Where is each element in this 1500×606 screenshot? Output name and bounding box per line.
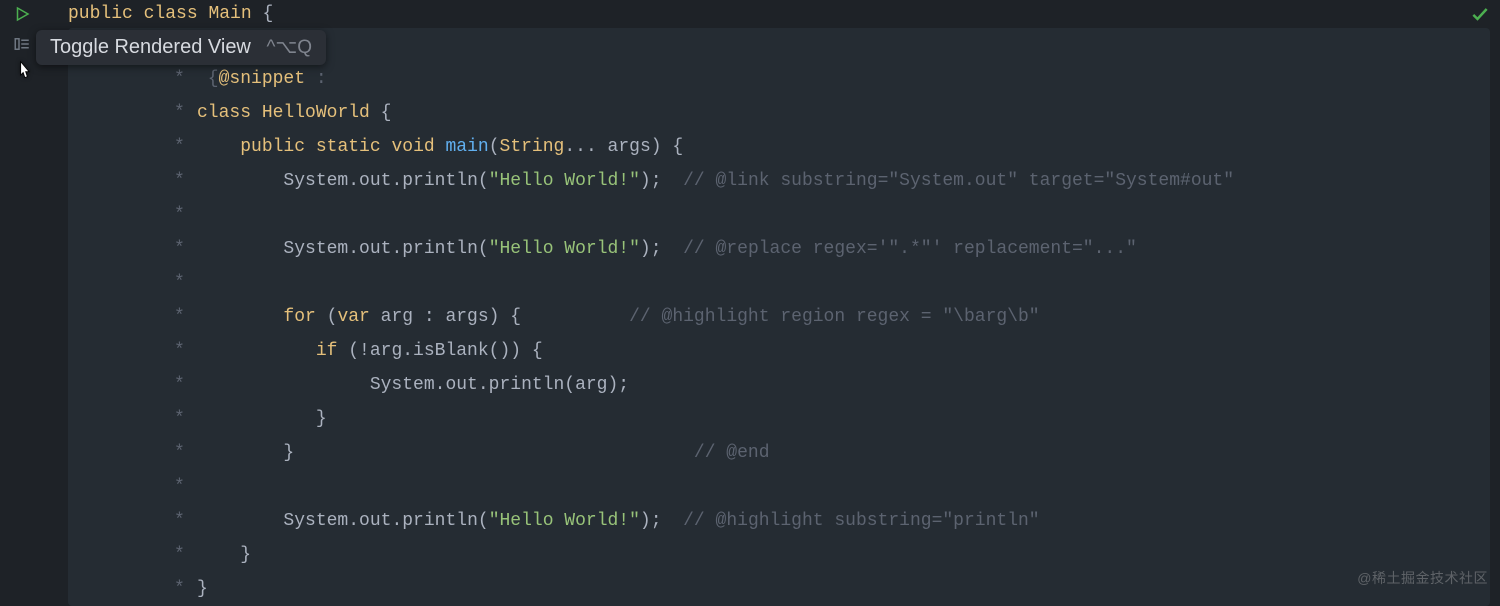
javadoc-star: * xyxy=(174,538,186,572)
javadoc-star: * xyxy=(174,300,186,334)
javadoc-star: * xyxy=(174,470,186,504)
javadoc-star: * xyxy=(174,266,186,300)
javadoc-star: * xyxy=(174,368,186,402)
editor-gutter xyxy=(0,0,44,600)
javadoc-star: * xyxy=(174,436,186,470)
javadoc-star: * xyxy=(174,62,186,96)
tooltip-label: Toggle Rendered View xyxy=(50,36,251,58)
toggle-rendered-icon[interactable] xyxy=(12,34,32,54)
javadoc-stars: ***************** xyxy=(174,28,1490,606)
code-line[interactable]: public class Main { xyxy=(68,0,1500,28)
javadoc-star: * xyxy=(174,130,186,164)
javadoc-star: * xyxy=(174,334,186,368)
tooltip-shortcut: ^⌥Q xyxy=(266,37,312,58)
javadoc-star: * xyxy=(174,164,186,198)
watermark: @稀土掘金技术社区 xyxy=(1357,568,1488,588)
javadoc-star: * xyxy=(174,96,186,130)
code-editor[interactable]: public class Main { {@snippet : class He… xyxy=(44,0,1500,600)
javadoc-star: * xyxy=(174,504,186,538)
javadoc-star: * xyxy=(174,198,186,232)
pointer-cursor-icon xyxy=(14,58,34,82)
javadoc-star: * xyxy=(174,402,186,436)
javadoc-star: * xyxy=(174,232,186,266)
javadoc-star: * xyxy=(174,572,186,606)
tooltip-toggle-rendered: Toggle Rendered View ^⌥Q xyxy=(36,30,326,65)
javadoc-snippet-block[interactable]: {@snippet : class HelloWorld { public st… xyxy=(68,28,1490,606)
run-icon[interactable] xyxy=(12,4,32,24)
